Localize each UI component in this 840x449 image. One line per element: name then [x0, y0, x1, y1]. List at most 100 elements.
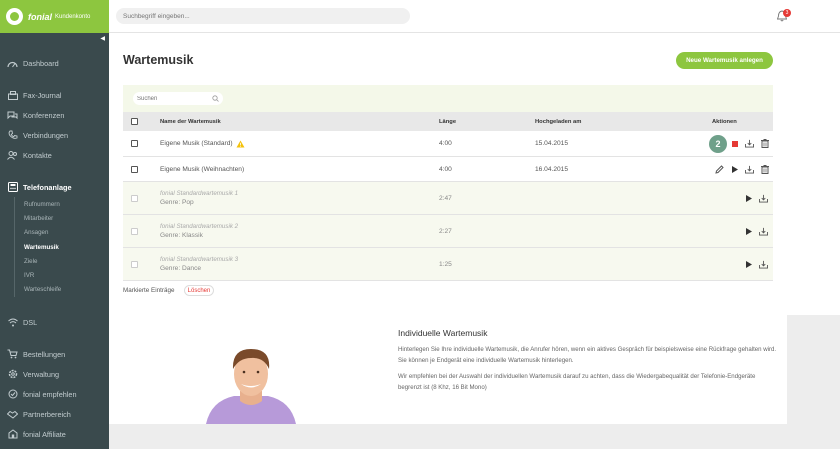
- download-icon[interactable]: [759, 194, 768, 203]
- topbar: 3: [109, 0, 840, 33]
- sidebar-item-bestellungen[interactable]: Bestellungen: [0, 344, 109, 364]
- fax-icon: [7, 90, 18, 100]
- telephone-system-icon: [7, 182, 18, 192]
- sidebar-item-label: Verwaltung: [23, 369, 60, 379]
- sidebar-subitem-rufnummern[interactable]: Rufnummern: [15, 197, 109, 211]
- cart-icon: [7, 349, 18, 359]
- sidebar: fonial Kundenkonto ◀ Dashboard Fax-Journ…: [0, 0, 109, 449]
- brand-name: fonial: [28, 11, 52, 22]
- partner-icon: [7, 409, 18, 419]
- music-length: 1:25: [439, 260, 452, 268]
- table-search-input[interactable]: [133, 92, 223, 105]
- play-icon[interactable]: [744, 260, 753, 269]
- warning-icon: [236, 140, 245, 147]
- sidebar-item-konferenzen[interactable]: Konferenzen: [0, 105, 109, 125]
- music-length: 2:27: [439, 227, 452, 235]
- contacts-icon: [7, 150, 18, 160]
- table-filter-bar: [123, 85, 773, 112]
- sidebar-item-verwaltung[interactable]: Verwaltung: [0, 364, 109, 384]
- sidebar-subitem-ziele[interactable]: Ziele: [15, 254, 109, 268]
- sidebar-subitem-wartemusik[interactable]: Wartemusik: [15, 240, 109, 254]
- table-row: Eigene Musik (Standard) 4:00 15.04.2015 …: [123, 131, 773, 157]
- table-row: fonial Standardwartemusik 2 Genre: Klass…: [123, 215, 773, 248]
- delete-marked-button[interactable]: Löschen: [184, 285, 214, 296]
- download-icon[interactable]: [745, 139, 754, 148]
- download-icon[interactable]: [759, 260, 768, 269]
- person-photo: [206, 349, 296, 424]
- music-genre: Genre: Klassik: [160, 232, 203, 239]
- sidebar-item-label: Kontakte: [23, 150, 52, 160]
- sidebar-subitem-mitarbeiter[interactable]: Mitarbeiter: [15, 211, 109, 225]
- info-paragraph-1: Hinterlegen Sie Ihre individuelle Wartem…: [398, 346, 777, 364]
- phone-icon: [7, 130, 18, 140]
- table-row: fonial Standardwartemusik 3 Genre: Dance…: [123, 248, 773, 281]
- sidebar-item-fonial-affiliate[interactable]: fonial Affiliate: [0, 424, 109, 444]
- sidebar-subitem-ansagen[interactable]: Ansagen: [15, 226, 109, 240]
- sidebar-subitem-ivr[interactable]: IVR: [15, 268, 109, 282]
- fonial-logo-icon: [6, 8, 23, 25]
- wifi-icon: [7, 317, 18, 327]
- row-checkbox: [131, 227, 138, 235]
- sidebar-item-partnerbereich[interactable]: Partnerbereich: [0, 404, 109, 424]
- sidebar-item-label: Fax-Journal: [23, 90, 62, 100]
- info-panel: Individuelle Wartemusik Hinterlegen Sie …: [109, 314, 787, 424]
- column-header-length[interactable]: Länge: [439, 112, 456, 131]
- global-search-input[interactable]: [116, 8, 410, 24]
- sidebar-item-label: fonial empfehlen: [23, 389, 77, 399]
- sidebar-item-label: Konferenzen: [23, 110, 65, 120]
- column-header-name[interactable]: Name der Wartemusik: [160, 112, 221, 131]
- table-header: Name der Wartemusik Länge Hochgeladen am…: [123, 112, 773, 131]
- select-all-checkbox[interactable]: [131, 118, 138, 125]
- download-icon[interactable]: [745, 165, 754, 174]
- sidebar-item-telefonanlage[interactable]: Telefonanlage: [0, 177, 109, 197]
- conference-icon: [7, 110, 18, 120]
- music-name: fonial Standardwartemusik 2: [160, 223, 239, 230]
- music-length: 4:00: [439, 165, 452, 173]
- collapse-sidebar-button[interactable]: ◀: [0, 33, 109, 43]
- sidebar-item-label: Dashboard: [23, 58, 59, 68]
- edit-pencil-icon[interactable]: [715, 164, 724, 174]
- sidebar-item-label: fonial Affiliate: [23, 429, 66, 439]
- sidebar-item-fax-journal[interactable]: Fax-Journal: [0, 85, 109, 105]
- sidebar-item-label: DSL: [23, 317, 38, 327]
- music-name: fonial Standardwartemusik 3: [160, 256, 239, 263]
- trash-icon[interactable]: [760, 164, 769, 174]
- play-icon[interactable]: [744, 227, 753, 236]
- play-icon[interactable]: [744, 194, 753, 203]
- music-length: 2:47: [439, 194, 452, 202]
- sidebar-item-dsl[interactable]: DSL: [0, 312, 109, 332]
- sidebar-item-label: Bestellungen: [23, 349, 66, 359]
- new-hold-music-button[interactable]: Neue Wartemusik anlegen: [676, 52, 773, 69]
- trash-icon[interactable]: [760, 139, 769, 148]
- sidebar-item-kontakte[interactable]: Kontakte: [0, 145, 109, 165]
- brand-sub: Kundenkonto: [55, 13, 91, 20]
- affiliate-icon: [7, 429, 18, 439]
- row-checkbox[interactable]: [131, 140, 138, 147]
- music-length: 4:00: [439, 140, 452, 147]
- sidebar-item-label: Telefonanlage: [23, 182, 72, 192]
- sidebar-item-label: Verbindungen: [23, 130, 69, 140]
- download-icon[interactable]: [759, 227, 768, 236]
- table-row: fonial Standardwartemusik 1 Genre: Pop 2…: [123, 182, 773, 215]
- play-icon[interactable]: [730, 165, 739, 174]
- recommend-icon: [7, 389, 18, 399]
- main-content: Wartemusik Neue Wartemusik anlegen Name …: [109, 33, 840, 449]
- row-checkbox[interactable]: [131, 165, 138, 173]
- sidebar-item-verbindungen[interactable]: Verbindungen: [0, 125, 109, 145]
- sidebar-subitem-warteschleife[interactable]: Warteschleife: [15, 283, 109, 297]
- page-title: Wartemusik: [123, 53, 194, 67]
- music-name: Eigene Musik (Standard): [160, 140, 233, 147]
- table-row: Eigene Musik (Weihnachten) 4:00 16.04.20…: [123, 157, 773, 182]
- sidebar-submenu: Rufnummern Mitarbeiter Ansagen Wartemusi…: [14, 197, 109, 298]
- info-paragraph-2: Wir empfehlen bei der Auswahl der indivi…: [398, 373, 756, 391]
- stop-icon[interactable]: [730, 139, 739, 148]
- search-icon[interactable]: [212, 95, 219, 102]
- row-checkbox: [131, 260, 138, 268]
- dashboard-icon: [7, 58, 18, 68]
- sidebar-item-fonial-empfehlen[interactable]: fonial empfehlen: [0, 384, 109, 404]
- sidebar-item-dashboard[interactable]: Dashboard: [0, 53, 109, 73]
- marked-entries-label: Markierte Einträge: [123, 287, 175, 294]
- column-header-uploaded[interactable]: Hochgeladen am: [535, 112, 581, 131]
- music-name: fonial Standardwartemusik 1: [160, 190, 239, 197]
- brand-logo[interactable]: fonial Kundenkonto: [0, 0, 109, 33]
